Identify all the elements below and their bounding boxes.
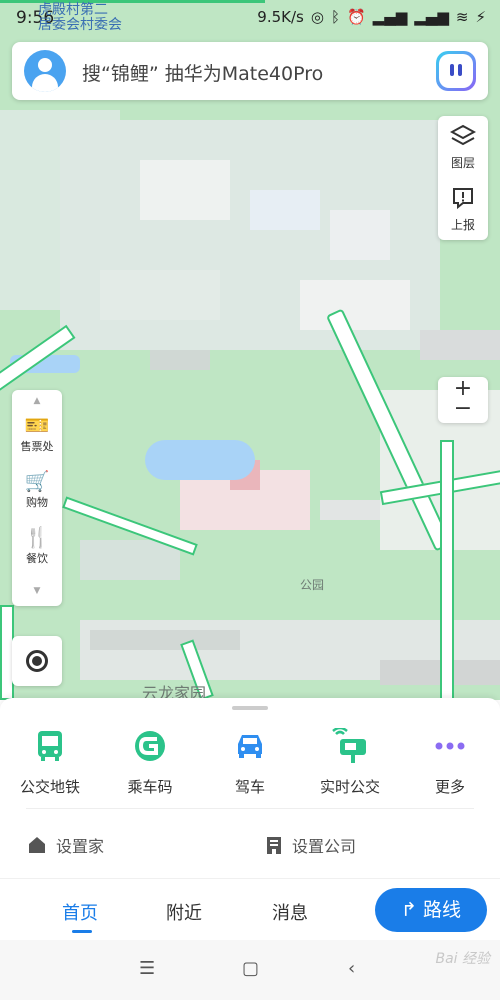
ride-code-icon — [135, 731, 165, 761]
set-company-button[interactable]: 设置公司 — [266, 833, 356, 857]
tab-messages[interactable]: 消息 — [272, 899, 308, 925]
home-icon — [29, 837, 45, 853]
scroll-down-icon[interactable]: ▼ — [12, 580, 62, 602]
route-arrow-icon: ↱ — [401, 899, 417, 921]
locate-button[interactable] — [12, 636, 62, 686]
poi-shopping-button[interactable]: 🛒 购物 — [12, 468, 62, 524]
report-icon — [453, 188, 473, 210]
alarm-icon: ⏰ — [346, 8, 366, 26]
route-label: 路线 — [422, 899, 461, 921]
quick-actions: 公交地铁 乘车码 驾车 实时公交 更多 — [0, 726, 500, 797]
menu-icon[interactable]: ☰ — [139, 958, 155, 979]
set-company-label: 设置公司 — [292, 837, 357, 856]
home-square-icon[interactable]: ▢ — [242, 958, 259, 979]
map-area-label: 云龙家园 — [142, 684, 207, 700]
watermark: Bai 经验 — [435, 951, 490, 967]
ride-code-label: 乘车码 — [127, 778, 173, 796]
zoom-control: + − — [438, 377, 488, 423]
system-nav-bar: ☰ ▢ ‹ — [0, 940, 500, 1000]
poi-food-button[interactable]: 🍴 餐饮 — [12, 524, 62, 580]
village-label: 虎殿村第二 居委会村委会 — [38, 2, 122, 33]
realtime-bus-icon — [332, 726, 366, 763]
divider — [26, 808, 474, 809]
avatar[interactable] — [24, 50, 66, 92]
poi-food-label: 餐饮 — [26, 552, 48, 565]
wifi-icon: ≋ — [455, 8, 469, 26]
signal-2-icon: ▂▄▆ — [414, 8, 449, 26]
report-label: 上报 — [450, 218, 475, 232]
map-view[interactable]: 公园 云龙家园 — [0, 0, 500, 700]
voice-assistant-icon[interactable] — [436, 51, 476, 91]
set-home-button[interactable]: 设置家 — [28, 833, 104, 857]
status-bar: 9:56 虎殿村第二 居委会村委会 9.5K/s ◎ ᛒ ⏰ ▂▄▆ ▂▄▆ ≋… — [0, 0, 500, 36]
bluetooth-icon: ᛒ — [330, 8, 340, 26]
car-icon — [238, 735, 262, 758]
poi-filter-panel: ▲ 🎫 售票处 🛒 购物 🍴 餐饮 ▼ — [12, 390, 62, 606]
scroll-up-icon[interactable]: ▲ — [12, 390, 62, 412]
fork-knife-icon: 🍴 — [24, 525, 50, 549]
route-button[interactable]: ↱ 路线 — [375, 888, 487, 932]
tab-home[interactable]: 首页 — [62, 899, 98, 925]
search-input[interactable]: 搜“锦鲤” 抽华为Mate40Pro — [82, 59, 323, 86]
realtime-bus-label: 实时公交 — [319, 778, 380, 796]
poi-ticket-label: 售票处 — [20, 440, 54, 453]
report-button[interactable]: 上报 — [438, 178, 488, 240]
map-tools-panel: 图层 上报 — [438, 116, 488, 240]
set-home-label: 设置家 — [56, 837, 105, 856]
search-bar[interactable]: 搜“锦鲤” 抽华为Mate40Pro — [12, 42, 488, 100]
active-tab-indicator — [72, 930, 92, 933]
back-icon[interactable]: ‹ — [348, 958, 355, 979]
bus-subway-button[interactable]: 公交地铁 — [0, 728, 100, 797]
poi-ticket-button[interactable]: 🎫 售票处 — [12, 412, 62, 468]
ticket-icon: 🎫 — [24, 413, 50, 437]
signal-icon: ▂▄▆ — [372, 8, 408, 26]
bottom-tab-bar: 首页 附近 消息 ↱ 路线 — [0, 878, 500, 940]
tab-nearby[interactable]: 附近 — [166, 899, 202, 925]
drag-handle[interactable] — [232, 706, 268, 710]
building-icon — [267, 837, 281, 854]
bus-icon — [38, 731, 62, 761]
realtime-bus-button[interactable]: 实时公交 — [300, 726, 400, 797]
map-park-label: 公园 — [300, 578, 325, 592]
bus-subway-label: 公交地铁 — [19, 778, 80, 796]
battery-charging-icon: ⚡ — [475, 8, 486, 26]
more-label: 更多 — [434, 778, 465, 796]
more-dots-icon — [435, 742, 465, 750]
more-button[interactable]: 更多 — [400, 728, 500, 797]
status-icons: 9.5K/s ◎ ᛒ ⏰ ▂▄▆ ▂▄▆ ≋ ⚡ — [257, 8, 486, 26]
drive-label: 驾车 — [234, 778, 265, 796]
network-speed: 9.5K/s — [257, 8, 304, 26]
ride-code-button[interactable]: 乘车码 — [100, 728, 200, 797]
bottom-sheet: 公交地铁 乘车码 驾车 实时公交 更多 设置家 设置公司 — [0, 698, 500, 878]
poi-shopping-label: 购物 — [26, 496, 48, 509]
layers-label: 图层 — [450, 156, 475, 170]
cart-icon: 🛒 — [24, 469, 50, 493]
layers-button[interactable]: 图层 — [438, 116, 488, 178]
zoom-out-button[interactable]: − — [438, 398, 488, 420]
layers-icon — [449, 124, 477, 146]
vpn-icon: ◎ — [310, 8, 324, 26]
drive-button[interactable]: 驾车 — [200, 728, 300, 797]
